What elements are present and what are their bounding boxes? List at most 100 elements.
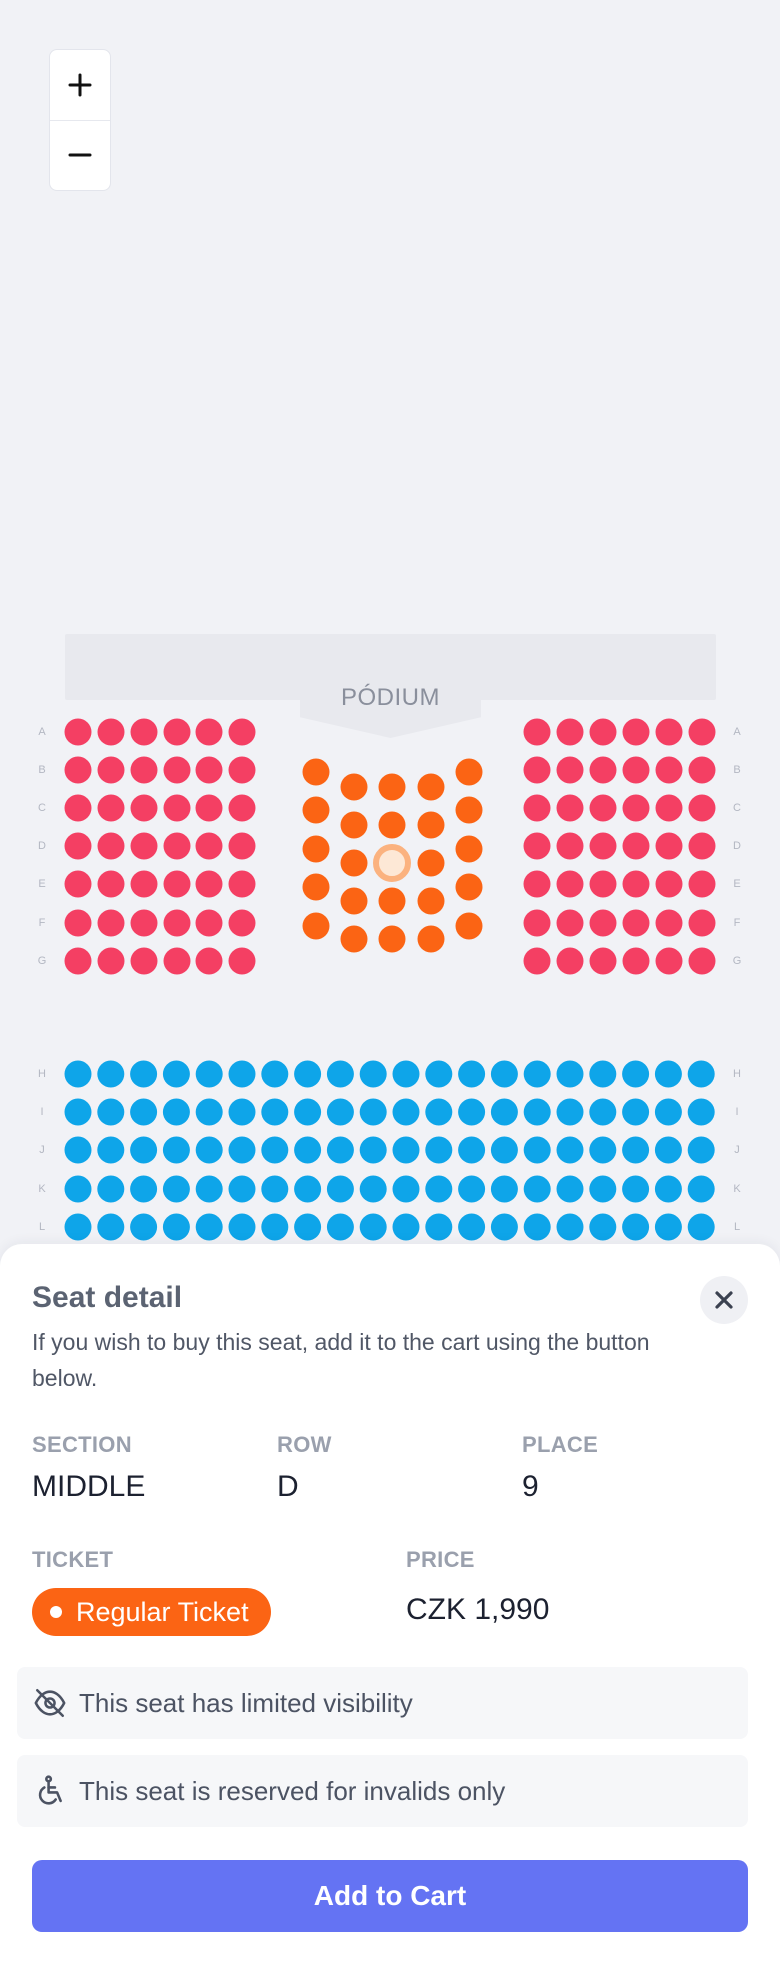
seat-right-C[interactable] [589, 794, 617, 822]
seat-middle[interactable] [302, 873, 330, 901]
seat-rear-L[interactable] [162, 1213, 190, 1241]
seat-rear-H[interactable] [294, 1060, 322, 1088]
seat-rear-K[interactable] [64, 1175, 92, 1203]
seat-left-C[interactable] [130, 794, 158, 822]
seat-middle[interactable] [417, 811, 445, 839]
seat-right-F[interactable] [688, 909, 716, 937]
seat-left-A[interactable] [130, 718, 158, 746]
seat-rear-J[interactable] [228, 1136, 256, 1164]
seat-left-F[interactable] [64, 909, 92, 937]
seat-right-G[interactable] [622, 947, 650, 975]
seat-rear-K[interactable] [458, 1175, 486, 1203]
seat-left-E[interactable] [130, 870, 158, 898]
seat-left-E[interactable] [163, 870, 191, 898]
seat-rear-H[interactable] [359, 1060, 387, 1088]
seat-rear-K[interactable] [228, 1175, 256, 1203]
seat-right-B[interactable] [556, 756, 584, 784]
seat-middle[interactable] [455, 873, 483, 901]
seat-right-C[interactable] [622, 794, 650, 822]
seat-right-D[interactable] [589, 832, 617, 860]
seat-left-G[interactable] [228, 947, 256, 975]
seat-rear-H[interactable] [523, 1060, 551, 1088]
seat-left-B[interactable] [64, 756, 92, 784]
seat-rear-K[interactable] [162, 1175, 190, 1203]
seat-left-C[interactable] [163, 794, 191, 822]
seat-rear-K[interactable] [261, 1175, 289, 1203]
seat-rear-J[interactable] [326, 1136, 354, 1164]
seat-middle[interactable] [455, 835, 483, 863]
seat-right-B[interactable] [655, 756, 683, 784]
seat-rear-L[interactable] [261, 1213, 289, 1241]
seat-rear-J[interactable] [458, 1136, 486, 1164]
seat-rear-K[interactable] [654, 1175, 682, 1203]
seat-right-E[interactable] [523, 870, 551, 898]
seat-left-E[interactable] [64, 870, 92, 898]
seat-left-B[interactable] [163, 756, 191, 784]
seat-middle[interactable] [455, 796, 483, 824]
seat-left-C[interactable] [195, 794, 223, 822]
seat-right-G[interactable] [556, 947, 584, 975]
seat-rear-L[interactable] [392, 1213, 420, 1241]
seat-left-E[interactable] [228, 870, 256, 898]
seat-rear-L[interactable] [687, 1213, 715, 1241]
seat-rear-J[interactable] [359, 1136, 387, 1164]
seat-rear-L[interactable] [130, 1213, 158, 1241]
seat-left-F[interactable] [130, 909, 158, 937]
seat-right-E[interactable] [688, 870, 716, 898]
seat-left-F[interactable] [195, 909, 223, 937]
seat-middle[interactable] [378, 887, 406, 915]
seat-rear-K[interactable] [622, 1175, 650, 1203]
seat-rear-K[interactable] [294, 1175, 322, 1203]
seat-rear-H[interactable] [556, 1060, 584, 1088]
seat-right-D[interactable] [523, 832, 551, 860]
seat-middle[interactable] [378, 811, 406, 839]
zoom-out-button[interactable] [50, 119, 110, 191]
seat-middle[interactable] [417, 925, 445, 953]
seat-right-B[interactable] [622, 756, 650, 784]
seat-rear-K[interactable] [326, 1175, 354, 1203]
seat-left-C[interactable] [228, 794, 256, 822]
seat-left-A[interactable] [97, 718, 125, 746]
seat-rear-J[interactable] [490, 1136, 518, 1164]
close-button[interactable] [700, 1276, 748, 1324]
seat-right-E[interactable] [589, 870, 617, 898]
seat-right-C[interactable] [688, 794, 716, 822]
seat-rear-L[interactable] [228, 1213, 256, 1241]
seat-rear-I[interactable] [162, 1098, 190, 1126]
zoom-in-button[interactable] [50, 50, 110, 120]
seat-map[interactable]: PÓDIUM AABBCCDDEEFFGGHHIIJJKKLL [0, 0, 780, 1245]
seat-rear-L[interactable] [523, 1213, 551, 1241]
seat-left-F[interactable] [228, 909, 256, 937]
seat-rear-I[interactable] [359, 1098, 387, 1126]
seat-middle[interactable] [417, 849, 445, 877]
seat-left-G[interactable] [97, 947, 125, 975]
seat-rear-K[interactable] [130, 1175, 158, 1203]
seat-rear-J[interactable] [97, 1136, 125, 1164]
seat-left-A[interactable] [64, 718, 92, 746]
seat-rear-L[interactable] [425, 1213, 453, 1241]
seat-rear-J[interactable] [622, 1136, 650, 1164]
seat-right-B[interactable] [523, 756, 551, 784]
seat-middle[interactable] [302, 912, 330, 940]
seat-rear-H[interactable] [130, 1060, 158, 1088]
seat-right-B[interactable] [688, 756, 716, 784]
seat-right-E[interactable] [655, 870, 683, 898]
seat-rear-K[interactable] [687, 1175, 715, 1203]
seat-rear-L[interactable] [64, 1213, 92, 1241]
seat-rear-L[interactable] [458, 1213, 486, 1241]
seat-rear-J[interactable] [589, 1136, 617, 1164]
seat-right-C[interactable] [655, 794, 683, 822]
seat-rear-L[interactable] [97, 1213, 125, 1241]
seat-rear-K[interactable] [195, 1175, 223, 1203]
seat-rear-I[interactable] [589, 1098, 617, 1126]
seat-rear-H[interactable] [458, 1060, 486, 1088]
seat-left-A[interactable] [163, 718, 191, 746]
seat-rear-I[interactable] [622, 1098, 650, 1126]
seat-rear-J[interactable] [195, 1136, 223, 1164]
seat-right-D[interactable] [655, 832, 683, 860]
seat-left-B[interactable] [195, 756, 223, 784]
seat-left-B[interactable] [228, 756, 256, 784]
seat-rear-L[interactable] [326, 1213, 354, 1241]
seat-rear-I[interactable] [556, 1098, 584, 1126]
seat-rear-K[interactable] [490, 1175, 518, 1203]
